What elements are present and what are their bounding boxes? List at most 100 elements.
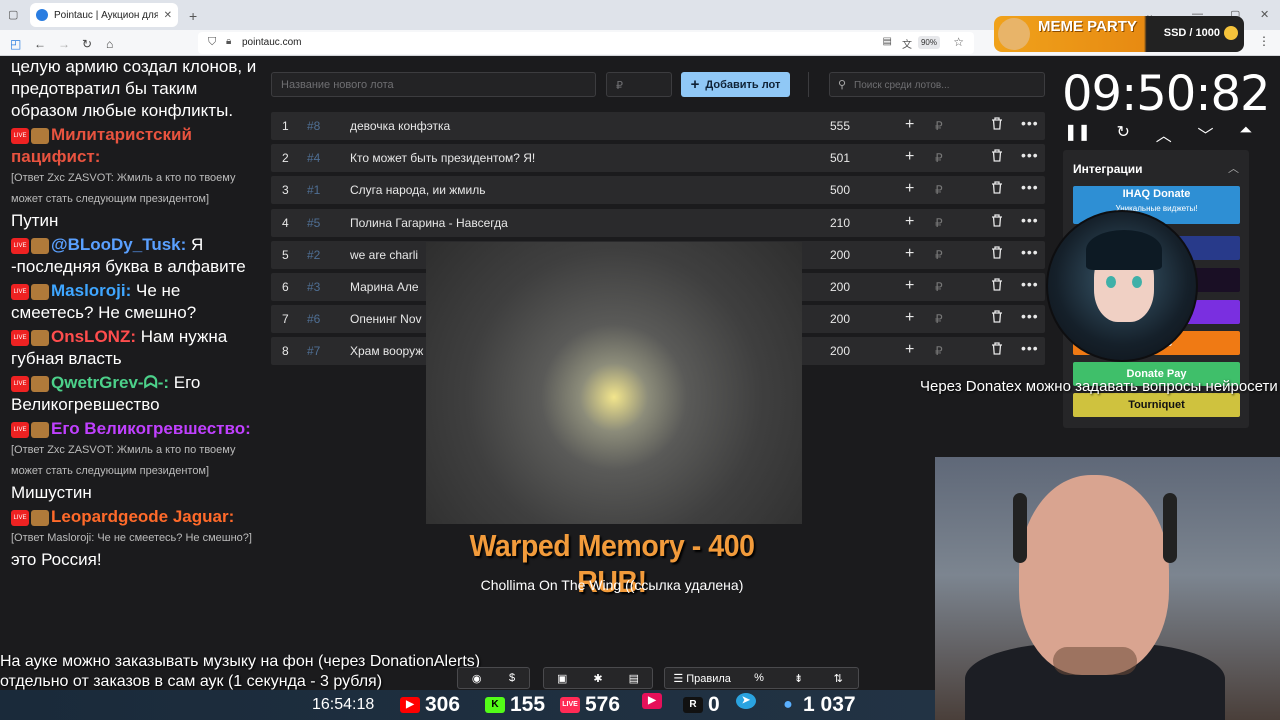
lot-amount: 501 <box>830 151 851 166</box>
delete-lot-icon[interactable] <box>991 342 1003 358</box>
ruble-input[interactable]: ₽ <box>935 312 943 326</box>
donatex-overlay-text: Через Donatex можно задавать вопросы ней… <box>920 378 1278 395</box>
viewers-count: 1 037 <box>803 693 856 716</box>
menu-icon[interactable]: ⋮ <box>1258 34 1270 48</box>
add-amount-button[interactable]: + <box>905 309 914 327</box>
live-badge-icon: LIVE <box>11 509 29 526</box>
ruble-input[interactable]: ₽ <box>935 119 943 133</box>
reload-button[interactable]: ↻ <box>82 37 92 51</box>
chat-text: Путин <box>11 211 59 230</box>
chevron-up-icon[interactable]: ︿ <box>1228 160 1239 176</box>
add-time-button[interactable]: ︿ <box>1156 122 1172 146</box>
lot-id: #5 <box>307 215 321 230</box>
add-amount-button[interactable]: + <box>905 116 914 134</box>
youtube-icon: ▶ <box>400 697 420 713</box>
more-options-icon[interactable]: ••• <box>1021 115 1039 131</box>
delete-lot-icon[interactable] <box>991 149 1003 165</box>
ruble-input[interactable]: ₽ <box>935 248 943 262</box>
telegram-stat: ➤ <box>736 693 756 709</box>
add-amount-button[interactable]: + <box>905 277 914 295</box>
save-icon[interactable]: ▣ <box>557 672 567 685</box>
lot-name[interactable]: Кто может быть президентом? Я! <box>350 151 790 165</box>
forward-button[interactable]: → <box>58 37 70 51</box>
new-tab-button[interactable]: + <box>189 8 197 24</box>
sidebar-icon[interactable]: ◰ <box>10 37 21 51</box>
chat-message: LIVE Милитаристский пацифист: [Ответ Zxc … <box>0 124 262 232</box>
new-lot-price-input[interactable]: ₽ <box>606 72 672 97</box>
donate-icon[interactable]: $ <box>509 672 515 684</box>
delete-lot-icon[interactable] <box>991 278 1003 294</box>
stream-stats-bar: 16:54:18 ▶ 306 K 155 LIVE 576 ▶ R 0 ➤ ● … <box>0 690 935 720</box>
more-options-icon[interactable]: ••• <box>1021 244 1039 260</box>
zoom-indicator[interactable]: 90% <box>917 36 940 49</box>
clear-icon[interactable]: ▤ <box>629 672 639 685</box>
url-field[interactable]: ⛉ 🔒︎ pointauc.com ▤ 文 90% ☆ <box>198 32 974 54</box>
bug-icon[interactable]: ✱ <box>593 672 602 685</box>
reader-view-icon[interactable]: ▤ <box>883 36 892 47</box>
lot-row[interactable]: 2 #4 Кто может быть президентом? Я! 501 + ₽ ••… <box>271 144 1045 173</box>
reset-timer-button[interactable]: ↻ <box>1117 122 1130 146</box>
emote-icon <box>31 375 49 392</box>
add-amount-button[interactable]: + <box>905 245 914 263</box>
home-button[interactable]: ⌂ <box>106 37 113 51</box>
back-button[interactable]: ← <box>34 37 46 51</box>
ticker-line-2: отдельно от заказов в сам аук (1 секунда… <box>0 673 383 690</box>
add-amount-button[interactable]: + <box>905 180 914 198</box>
lot-rank: 4 <box>282 215 289 230</box>
chat-reply-quote: [Ответ Zxc ZASVOT: Жмиль а кто по твоему… <box>11 172 236 205</box>
browser-tab[interactable]: Pointauc | Аукцион для стримера ✕ <box>30 3 178 27</box>
percent-button[interactable]: % <box>739 672 779 684</box>
ruble-input[interactable]: ₽ <box>935 216 943 230</box>
chat-message-continued: целую армию создал клонов, и предотврати… <box>0 56 262 122</box>
lot-name[interactable]: Полина Гагарина - Навсегда <box>350 216 790 230</box>
ruble-input[interactable]: ₽ <box>935 344 943 358</box>
rules-button[interactable]: ☰ Правила <box>665 672 739 685</box>
ruble-input[interactable]: ₽ <box>935 183 943 197</box>
lot-row[interactable]: 3 #1 Слуга народа, ии жмиль 500 + ₽ ••• <box>271 176 1045 205</box>
more-options-icon[interactable]: ••• <box>1021 276 1039 292</box>
ruble-input[interactable]: ₽ <box>935 280 943 294</box>
add-amount-button[interactable]: + <box>905 341 914 359</box>
lot-name[interactable]: Слуга народа, ии жмиль <box>350 183 790 197</box>
subtract-time-button[interactable]: ﹀ <box>1197 122 1213 146</box>
live-badge-icon: LIVE <box>11 127 29 144</box>
lot-row[interactable]: 4 #5 Полина Гагарина - Навсегда 210 + ₽ ••• <box>271 208 1045 237</box>
more-options-icon[interactable]: ••• <box>1021 212 1039 228</box>
delete-lot-icon[interactable] <box>991 181 1003 197</box>
more-options-icon[interactable]: ••• <box>1021 179 1039 195</box>
add-amount-button[interactable]: + <box>905 213 914 231</box>
new-lot-name-input[interactable]: Название нового лота <box>271 72 596 97</box>
double-up-button[interactable]: ⏶ <box>1239 122 1252 146</box>
more-options-icon[interactable]: ••• <box>1021 308 1039 324</box>
lock-icon[interactable]: 🔒︎ <box>226 36 231 47</box>
add-amount-button[interactable]: + <box>905 148 914 166</box>
lot-row[interactable]: 1 #8 девочка конфэтка 555 + ₽ ••• <box>271 112 1045 140</box>
delete-lot-icon[interactable] <box>991 117 1003 133</box>
more-options-icon[interactable]: ••• <box>1021 147 1039 163</box>
shield-icon[interactable]: ⛉ <box>208 36 216 49</box>
github-icon[interactable]: ◉ <box>472 672 482 685</box>
add-lot-button[interactable]: + Добавить лот <box>681 72 790 97</box>
ticker-line-1: На ауке можно заказывать музыку на фон (… <box>0 653 481 670</box>
lot-name[interactable]: девочка конфэтка <box>350 119 790 133</box>
sort-button[interactable]: ⇅ <box>818 672 858 685</box>
play-stat: ▶ <box>642 693 662 709</box>
delete-lot-icon[interactable] <box>991 310 1003 326</box>
lot-id: #8 <box>307 119 321 133</box>
ruble-input[interactable]: ₽ <box>935 151 943 165</box>
split-button[interactable]: ⇟ <box>779 672 819 685</box>
tab-overview-icon[interactable]: ▢ <box>8 8 18 21</box>
lot-search-input[interactable]: ⚲ Поиск среди лотов... <box>829 72 1045 97</box>
more-options-icon[interactable]: ••• <box>1021 340 1039 356</box>
doge-icon <box>998 18 1030 50</box>
bookmark-star-icon[interactable]: ☆ <box>953 35 964 49</box>
lot-id: #6 <box>307 312 321 327</box>
pause-button[interactable]: ❚❚ <box>1064 122 1091 146</box>
translate-icon[interactable]: 文 <box>902 36 912 51</box>
close-tab-icon[interactable]: ✕ <box>164 10 172 21</box>
close-window-button[interactable]: ✕ <box>1260 8 1269 21</box>
delete-lot-icon[interactable] <box>991 213 1003 230</box>
delete-lot-icon[interactable] <box>991 246 1003 262</box>
integration-button[interactable]: Tourniquet <box>1073 393 1240 417</box>
meme-party-counter: SSD / 1000 <box>1163 27 1220 39</box>
